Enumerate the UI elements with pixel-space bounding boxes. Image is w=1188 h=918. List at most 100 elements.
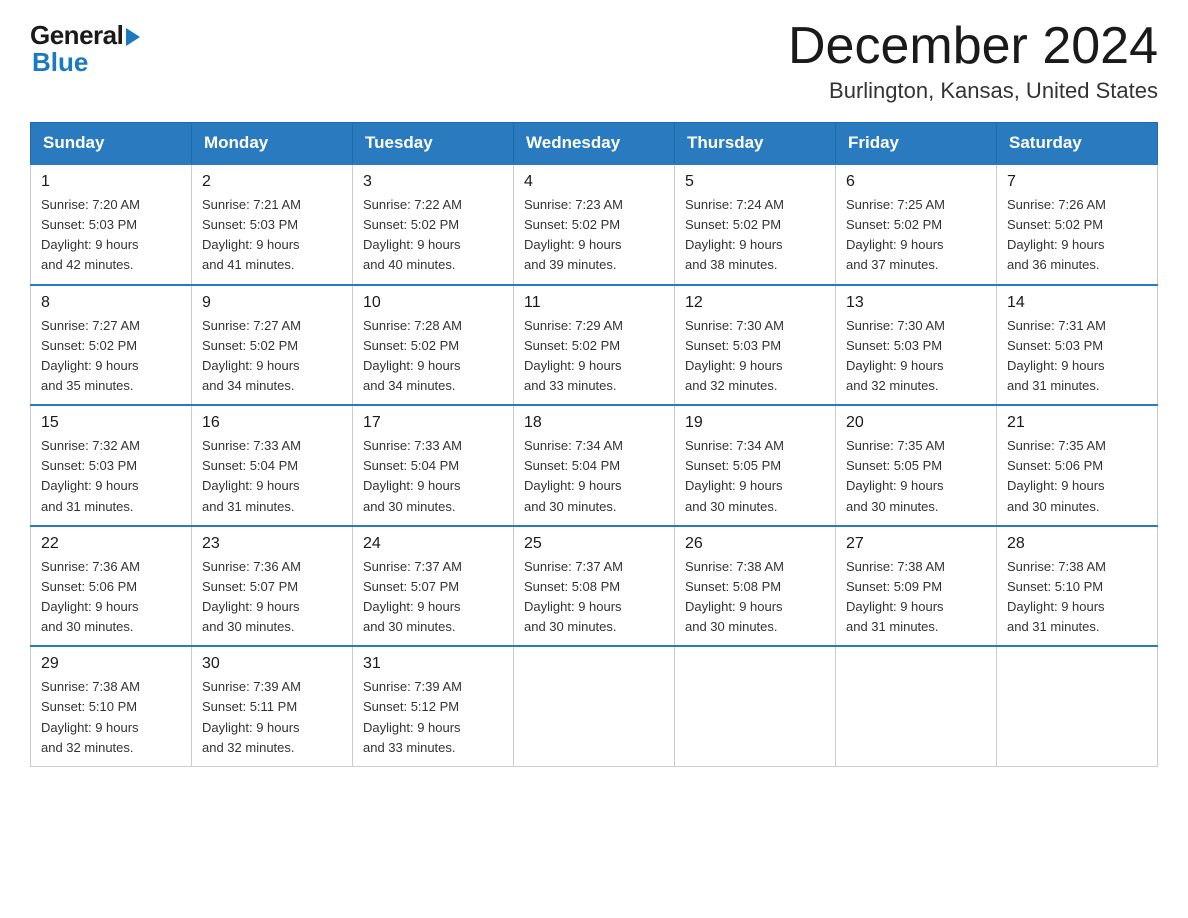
day-number: 17 bbox=[363, 414, 503, 432]
day-info: Sunrise: 7:37 AMSunset: 5:08 PMDaylight:… bbox=[524, 559, 623, 634]
week-row-2: 8 Sunrise: 7:27 AMSunset: 5:02 PMDayligh… bbox=[31, 285, 1158, 406]
week-row-4: 22 Sunrise: 7:36 AMSunset: 5:06 PMDaylig… bbox=[31, 526, 1158, 647]
col-header-saturday: Saturday bbox=[997, 123, 1158, 165]
calendar-cell bbox=[675, 646, 836, 766]
calendar-cell: 3 Sunrise: 7:22 AMSunset: 5:02 PMDayligh… bbox=[353, 164, 514, 285]
day-info: Sunrise: 7:38 AMSunset: 5:10 PMDaylight:… bbox=[41, 679, 140, 754]
day-info: Sunrise: 7:35 AMSunset: 5:06 PMDaylight:… bbox=[1007, 438, 1106, 513]
day-info: Sunrise: 7:23 AMSunset: 5:02 PMDaylight:… bbox=[524, 197, 623, 272]
calendar-cell: 30 Sunrise: 7:39 AMSunset: 5:11 PMDaylig… bbox=[192, 646, 353, 766]
day-number: 31 bbox=[363, 655, 503, 673]
day-info: Sunrise: 7:34 AMSunset: 5:05 PMDaylight:… bbox=[685, 438, 784, 513]
day-number: 30 bbox=[202, 655, 342, 673]
calendar-cell: 29 Sunrise: 7:38 AMSunset: 5:10 PMDaylig… bbox=[31, 646, 192, 766]
calendar-cell: 1 Sunrise: 7:20 AMSunset: 5:03 PMDayligh… bbox=[31, 164, 192, 285]
calendar-header-row: SundayMondayTuesdayWednesdayThursdayFrid… bbox=[31, 123, 1158, 165]
day-info: Sunrise: 7:32 AMSunset: 5:03 PMDaylight:… bbox=[41, 438, 140, 513]
calendar-cell: 25 Sunrise: 7:37 AMSunset: 5:08 PMDaylig… bbox=[514, 526, 675, 647]
calendar-cell bbox=[997, 646, 1158, 766]
day-number: 16 bbox=[202, 414, 342, 432]
calendar-cell: 9 Sunrise: 7:27 AMSunset: 5:02 PMDayligh… bbox=[192, 285, 353, 406]
logo-blue-text: Blue bbox=[32, 47, 88, 78]
day-info: Sunrise: 7:25 AMSunset: 5:02 PMDaylight:… bbox=[846, 197, 945, 272]
calendar-cell: 19 Sunrise: 7:34 AMSunset: 5:05 PMDaylig… bbox=[675, 405, 836, 526]
day-number: 15 bbox=[41, 414, 181, 432]
col-header-thursday: Thursday bbox=[675, 123, 836, 165]
day-info: Sunrise: 7:36 AMSunset: 5:06 PMDaylight:… bbox=[41, 559, 140, 634]
day-info: Sunrise: 7:24 AMSunset: 5:02 PMDaylight:… bbox=[685, 197, 784, 272]
calendar-cell: 22 Sunrise: 7:36 AMSunset: 5:06 PMDaylig… bbox=[31, 526, 192, 647]
day-number: 25 bbox=[524, 535, 664, 553]
calendar-cell: 10 Sunrise: 7:28 AMSunset: 5:02 PMDaylig… bbox=[353, 285, 514, 406]
day-number: 13 bbox=[846, 294, 986, 312]
day-info: Sunrise: 7:27 AMSunset: 5:02 PMDaylight:… bbox=[41, 318, 140, 393]
day-number: 28 bbox=[1007, 535, 1147, 553]
day-number: 24 bbox=[363, 535, 503, 553]
calendar-cell: 20 Sunrise: 7:35 AMSunset: 5:05 PMDaylig… bbox=[836, 405, 997, 526]
col-header-friday: Friday bbox=[836, 123, 997, 165]
day-info: Sunrise: 7:34 AMSunset: 5:04 PMDaylight:… bbox=[524, 438, 623, 513]
day-info: Sunrise: 7:36 AMSunset: 5:07 PMDaylight:… bbox=[202, 559, 301, 634]
day-number: 7 bbox=[1007, 173, 1147, 191]
day-info: Sunrise: 7:20 AMSunset: 5:03 PMDaylight:… bbox=[41, 197, 140, 272]
day-number: 2 bbox=[202, 173, 342, 191]
calendar-cell: 12 Sunrise: 7:30 AMSunset: 5:03 PMDaylig… bbox=[675, 285, 836, 406]
day-info: Sunrise: 7:35 AMSunset: 5:05 PMDaylight:… bbox=[846, 438, 945, 513]
calendar-cell: 28 Sunrise: 7:38 AMSunset: 5:10 PMDaylig… bbox=[997, 526, 1158, 647]
day-number: 18 bbox=[524, 414, 664, 432]
day-info: Sunrise: 7:38 AMSunset: 5:09 PMDaylight:… bbox=[846, 559, 945, 634]
day-number: 3 bbox=[363, 173, 503, 191]
day-info: Sunrise: 7:31 AMSunset: 5:03 PMDaylight:… bbox=[1007, 318, 1106, 393]
col-header-tuesday: Tuesday bbox=[353, 123, 514, 165]
day-number: 9 bbox=[202, 294, 342, 312]
calendar-cell: 8 Sunrise: 7:27 AMSunset: 5:02 PMDayligh… bbox=[31, 285, 192, 406]
calendar-cell bbox=[514, 646, 675, 766]
month-title: December 2024 bbox=[788, 20, 1158, 72]
day-number: 29 bbox=[41, 655, 181, 673]
day-info: Sunrise: 7:38 AMSunset: 5:10 PMDaylight:… bbox=[1007, 559, 1106, 634]
day-info: Sunrise: 7:22 AMSunset: 5:02 PMDaylight:… bbox=[363, 197, 462, 272]
day-number: 23 bbox=[202, 535, 342, 553]
day-info: Sunrise: 7:27 AMSunset: 5:02 PMDaylight:… bbox=[202, 318, 301, 393]
day-info: Sunrise: 7:30 AMSunset: 5:03 PMDaylight:… bbox=[846, 318, 945, 393]
calendar-cell: 14 Sunrise: 7:31 AMSunset: 5:03 PMDaylig… bbox=[997, 285, 1158, 406]
calendar-cell: 11 Sunrise: 7:29 AMSunset: 5:02 PMDaylig… bbox=[514, 285, 675, 406]
calendar-cell: 18 Sunrise: 7:34 AMSunset: 5:04 PMDaylig… bbox=[514, 405, 675, 526]
calendar-cell: 16 Sunrise: 7:33 AMSunset: 5:04 PMDaylig… bbox=[192, 405, 353, 526]
calendar-cell: 27 Sunrise: 7:38 AMSunset: 5:09 PMDaylig… bbox=[836, 526, 997, 647]
calendar-cell: 15 Sunrise: 7:32 AMSunset: 5:03 PMDaylig… bbox=[31, 405, 192, 526]
day-info: Sunrise: 7:33 AMSunset: 5:04 PMDaylight:… bbox=[363, 438, 462, 513]
day-info: Sunrise: 7:38 AMSunset: 5:08 PMDaylight:… bbox=[685, 559, 784, 634]
calendar-cell: 31 Sunrise: 7:39 AMSunset: 5:12 PMDaylig… bbox=[353, 646, 514, 766]
logo-arrow-icon bbox=[126, 28, 140, 46]
week-row-3: 15 Sunrise: 7:32 AMSunset: 5:03 PMDaylig… bbox=[31, 405, 1158, 526]
calendar-cell: 6 Sunrise: 7:25 AMSunset: 5:02 PMDayligh… bbox=[836, 164, 997, 285]
col-header-monday: Monday bbox=[192, 123, 353, 165]
col-header-sunday: Sunday bbox=[31, 123, 192, 165]
day-info: Sunrise: 7:26 AMSunset: 5:02 PMDaylight:… bbox=[1007, 197, 1106, 272]
calendar-cell: 13 Sunrise: 7:30 AMSunset: 5:03 PMDaylig… bbox=[836, 285, 997, 406]
calendar-cell: 23 Sunrise: 7:36 AMSunset: 5:07 PMDaylig… bbox=[192, 526, 353, 647]
week-row-5: 29 Sunrise: 7:38 AMSunset: 5:10 PMDaylig… bbox=[31, 646, 1158, 766]
calendar-cell: 26 Sunrise: 7:38 AMSunset: 5:08 PMDaylig… bbox=[675, 526, 836, 647]
day-number: 5 bbox=[685, 173, 825, 191]
day-number: 4 bbox=[524, 173, 664, 191]
day-info: Sunrise: 7:39 AMSunset: 5:12 PMDaylight:… bbox=[363, 679, 462, 754]
title-area: December 2024 Burlington, Kansas, United… bbox=[788, 20, 1158, 104]
day-number: 22 bbox=[41, 535, 181, 553]
day-number: 8 bbox=[41, 294, 181, 312]
calendar-cell: 17 Sunrise: 7:33 AMSunset: 5:04 PMDaylig… bbox=[353, 405, 514, 526]
calendar-cell bbox=[836, 646, 997, 766]
day-info: Sunrise: 7:21 AMSunset: 5:03 PMDaylight:… bbox=[202, 197, 301, 272]
day-number: 12 bbox=[685, 294, 825, 312]
day-info: Sunrise: 7:39 AMSunset: 5:11 PMDaylight:… bbox=[202, 679, 301, 754]
calendar-cell: 21 Sunrise: 7:35 AMSunset: 5:06 PMDaylig… bbox=[997, 405, 1158, 526]
day-number: 21 bbox=[1007, 414, 1147, 432]
col-header-wednesday: Wednesday bbox=[514, 123, 675, 165]
day-number: 14 bbox=[1007, 294, 1147, 312]
day-info: Sunrise: 7:29 AMSunset: 5:02 PMDaylight:… bbox=[524, 318, 623, 393]
calendar-cell: 5 Sunrise: 7:24 AMSunset: 5:02 PMDayligh… bbox=[675, 164, 836, 285]
day-info: Sunrise: 7:37 AMSunset: 5:07 PMDaylight:… bbox=[363, 559, 462, 634]
day-number: 11 bbox=[524, 294, 664, 312]
day-number: 6 bbox=[846, 173, 986, 191]
